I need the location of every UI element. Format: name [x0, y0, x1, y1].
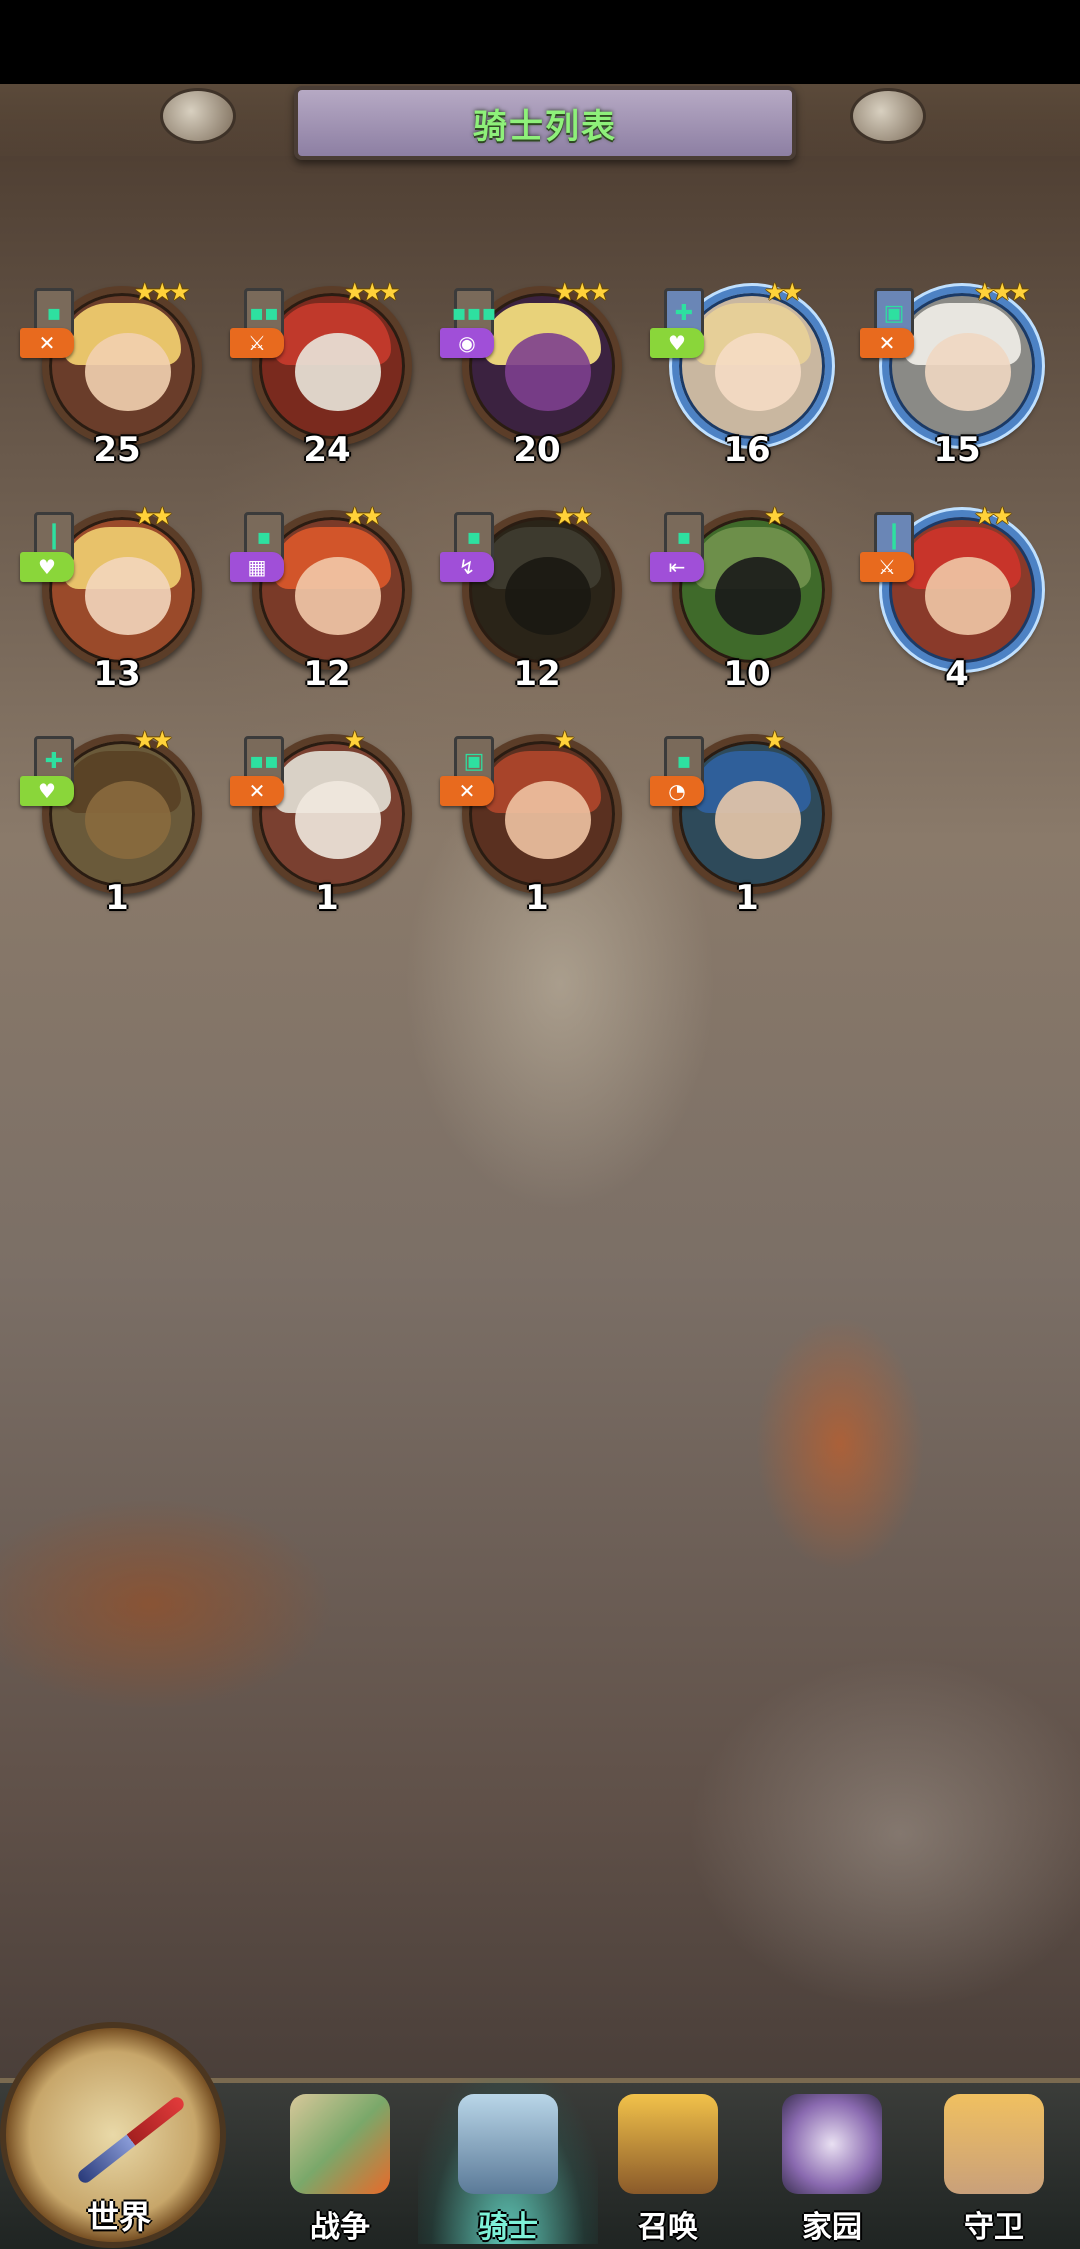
knight-card[interactable]: ▪ ◔ ★ 1	[650, 726, 842, 926]
class-icon: ♥	[20, 776, 74, 806]
pressure-gauge-icon	[160, 88, 236, 144]
star-rating: ★★★	[344, 278, 401, 306]
star-rating: ★	[344, 726, 365, 754]
class-icon: ✕	[860, 328, 914, 358]
knight-level: 15	[933, 430, 981, 470]
nav-world-button[interactable]: 世界	[0, 2022, 226, 2248]
star-rating: ★★	[134, 726, 173, 754]
nav-war-button[interactable]: 战争	[270, 2094, 410, 2245]
knight-level: 1	[105, 878, 129, 918]
star-rating: ★	[764, 502, 785, 530]
knight-level: 12	[513, 654, 561, 694]
knight-card[interactable]: ▪ ⇤ ★ 10	[650, 502, 842, 702]
knight-level: 10	[723, 654, 771, 694]
knight-avatar-icon	[458, 2094, 558, 2194]
knight-level: 20	[513, 430, 561, 470]
nav-label-war: 战争	[310, 2210, 370, 2245]
knight-card[interactable]: ▪▪ ⚔ ★★★ 24	[230, 278, 422, 478]
class-icon: ⇤	[650, 552, 704, 582]
class-icon: ◉	[440, 328, 494, 358]
star-rating: ★★	[134, 502, 173, 530]
knight-level: 25	[93, 430, 141, 470]
nav-label-summon: 召唤	[638, 2210, 698, 2245]
knight-level: 1	[735, 878, 759, 918]
knight-card[interactable]: ▪ ↯ ★★ 12	[440, 502, 632, 702]
knight-level: 12	[303, 654, 351, 694]
knight-card[interactable]: ✚ ♥ ★★ 16	[650, 278, 842, 478]
knight-card[interactable]: ▪ ▦ ★★ 12	[230, 502, 422, 702]
star-rating: ★	[764, 726, 785, 754]
star-rating: ★★	[554, 502, 593, 530]
knight-card[interactable]: ┃ ♥ ★★ 13	[20, 502, 212, 702]
class-icon: ◔	[650, 776, 704, 806]
class-icon: ⚔	[860, 552, 914, 582]
knight-level: 1	[525, 878, 549, 918]
knight-level: 16	[723, 430, 771, 470]
star-rating: ★★	[344, 502, 383, 530]
class-icon: ✕	[440, 776, 494, 806]
class-icon: ✕	[20, 328, 74, 358]
nav-summon-button[interactable]: 召唤	[598, 2094, 738, 2245]
status-bar	[0, 0, 1080, 84]
knight-level: 4	[945, 654, 969, 694]
pressure-gauge-icon	[850, 88, 926, 144]
knight-card[interactable]: ▣ ✕ ★★★ 15	[860, 278, 1052, 478]
compass-icon	[75, 2094, 187, 2186]
knight-level: 24	[303, 430, 351, 470]
page-title: 骑士列表	[473, 106, 617, 147]
knight-card[interactable]: ▣ ✕ ★ 1	[440, 726, 632, 926]
nav-label-home: 家园	[802, 2210, 862, 2245]
class-icon: ↯	[440, 552, 494, 582]
knight-card[interactable]: ▪▪ ✕ ★ 1	[230, 726, 422, 926]
class-icon: ▦	[230, 552, 284, 582]
tavern-summon-icon	[618, 2094, 718, 2194]
nav-knights-button[interactable]: 骑士	[438, 2094, 578, 2245]
star-rating: ★★★	[134, 278, 191, 306]
star-rating: ★	[554, 726, 575, 754]
nav-label-knights: 骑士	[478, 2210, 538, 2245]
knight-level: 1	[315, 878, 339, 918]
title-plaque: 骑士列表	[294, 86, 796, 160]
class-icon: ⚔	[230, 328, 284, 358]
gear-icon	[782, 2094, 882, 2194]
star-rating: ★★★	[554, 278, 611, 306]
knight-card[interactable]: ▪▪▪ ◉ ★★★ 20	[440, 278, 632, 478]
nav-label-world: 世界	[86, 2198, 151, 2236]
knight-card[interactable]: ┃ ⚔ ★★ 4	[860, 502, 1052, 702]
guard-portrait-icon	[944, 2094, 1044, 2194]
knight-level: 13	[93, 654, 141, 694]
battle-map-icon	[290, 2094, 390, 2194]
nav-label-guard: 守卫	[964, 2210, 1024, 2245]
nav-guard-button[interactable]: 守卫	[924, 2094, 1064, 2245]
star-rating: ★★	[764, 278, 803, 306]
class-icon: ✕	[230, 776, 284, 806]
nav-home-button[interactable]: 家园	[762, 2094, 902, 2245]
star-rating: ★★	[974, 502, 1013, 530]
knight-card[interactable]: ✚ ♥ ★★ 1	[20, 726, 212, 926]
class-icon: ♥	[650, 328, 704, 358]
star-rating: ★★★	[974, 278, 1031, 306]
knight-card[interactable]: ▪ ✕ ★★★ 25	[20, 278, 212, 478]
class-icon: ♥	[20, 552, 74, 582]
